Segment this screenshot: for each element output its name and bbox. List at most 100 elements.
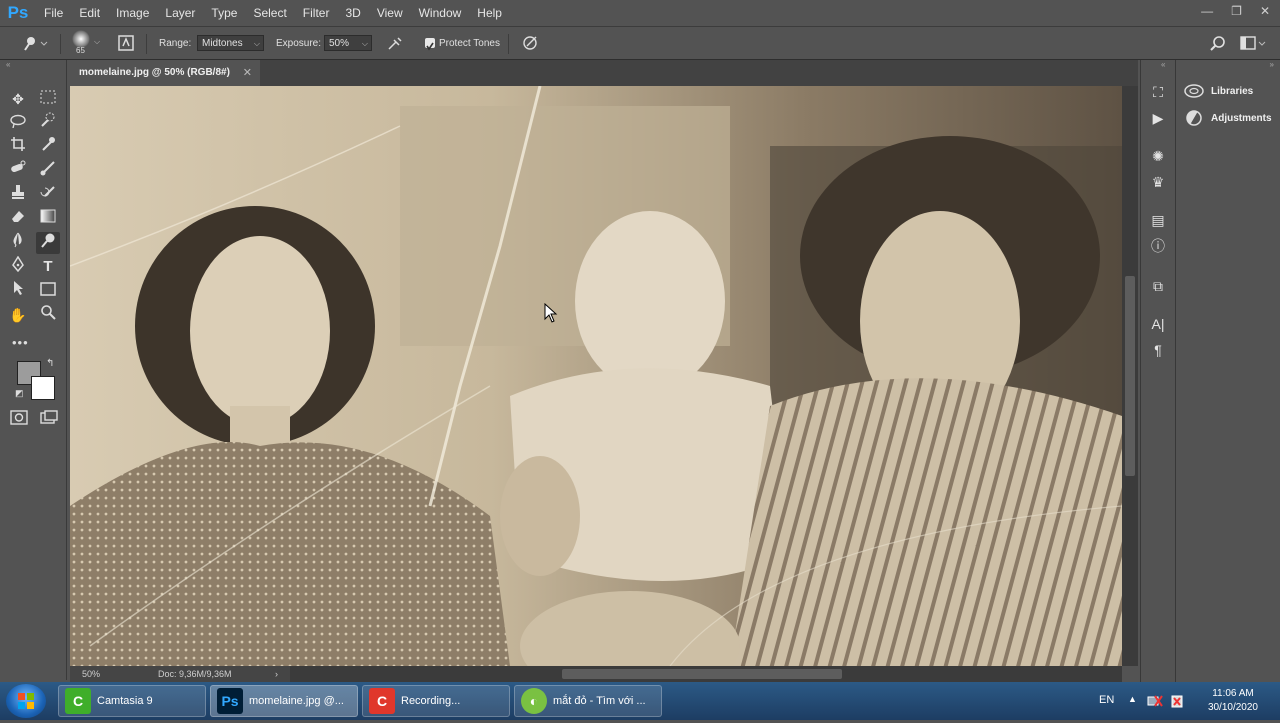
more-tools-icon[interactable]: ••• (12, 335, 29, 350)
range-label: Range: (159, 38, 192, 49)
document-canvas[interactable] (70, 86, 1122, 666)
menu-help[interactable]: Help (469, 6, 510, 20)
chevron-down-icon[interactable]: ⌵ (94, 37, 100, 47)
paragraph-panel-icon[interactable]: ¶ (1147, 340, 1169, 360)
gradient-icon[interactable] (36, 208, 60, 230)
status-menu-arrow-icon[interactable]: › (275, 666, 278, 682)
search-icon[interactable] (1209, 35, 1227, 53)
default-colors-icon[interactable]: ◩ (15, 388, 24, 399)
power-icon[interactable] (1170, 693, 1184, 709)
quick-select-icon[interactable] (36, 112, 60, 134)
minimize-button[interactable]: — (1201, 4, 1213, 18)
menu-type[interactable]: Type (203, 6, 245, 20)
marquee-icon[interactable] (36, 88, 60, 110)
swap-colors-icon[interactable]: ↰ (46, 358, 54, 369)
panel-column: » Libraries Adjustments (1176, 60, 1280, 682)
screen-mode-icon[interactable] (40, 410, 58, 426)
type-icon[interactable]: T (36, 256, 60, 278)
menu-file[interactable]: File (36, 6, 71, 20)
exposure-label: Exposure: (276, 38, 322, 49)
collapse-icon[interactable]: « (6, 60, 10, 69)
coccoc-icon: ◐ (521, 688, 547, 714)
brush-settings-icon[interactable]: ✺ (1147, 146, 1169, 166)
pressure-size-icon[interactable] (521, 34, 539, 52)
photo-image (70, 86, 1122, 666)
collapse-panels-icon[interactable]: » (1270, 60, 1274, 69)
document-tab-title: momelaine.jpg @ 50% (RGB/8#) (79, 67, 230, 78)
clone-source-icon[interactable]: ♛ (1147, 172, 1169, 192)
brush-panel-icon[interactable] (118, 35, 134, 51)
dodge-icon[interactable] (36, 232, 60, 254)
menu-select[interactable]: Select (245, 6, 294, 20)
brush-size: 65 (76, 46, 85, 55)
lasso-icon[interactable] (6, 112, 30, 134)
document-tab[interactable]: momelaine.jpg @ 50% (RGB/8#) ✕ (68, 60, 260, 86)
start-button[interactable] (6, 684, 46, 718)
menu-layer[interactable]: Layer (157, 6, 203, 20)
hand-icon[interactable]: ✋ (6, 304, 30, 326)
crop-icon[interactable] (6, 136, 30, 158)
pen-icon[interactable] (6, 255, 30, 278)
properties-panel-icon[interactable]: ▤ (1147, 210, 1169, 230)
restore-button[interactable]: ❐ (1231, 4, 1242, 18)
system-clock[interactable]: 11:06 AM 30/10/2020 (1208, 687, 1258, 715)
path-select-icon[interactable] (6, 280, 30, 302)
network-icon[interactable] (1147, 694, 1163, 708)
menu-view[interactable]: View (369, 6, 411, 20)
eraser-icon[interactable] (6, 208, 30, 230)
workspace-icon[interactable] (1240, 36, 1266, 52)
taskbar-item-label: momelaine.jpg @... (249, 695, 344, 707)
history-panel-icon[interactable]: ⛶ (1147, 82, 1169, 102)
glyphs-panel-icon[interactable]: ⧉ (1147, 276, 1169, 296)
blur-icon[interactable] (6, 232, 30, 254)
stamp-icon[interactable] (6, 184, 30, 206)
dodge-tool-preset-icon[interactable] (20, 35, 48, 53)
protect-tones-checkbox[interactable] (425, 38, 435, 51)
horizontal-scrollbar[interactable] (290, 666, 1122, 682)
taskbar-item-browser[interactable]: ◐ mắt đỏ - Tìm với ... (514, 685, 662, 717)
adjustments-panel-tab[interactable]: Adjustments (1184, 110, 1272, 126)
horizontal-scroll-thumb[interactable] (562, 669, 842, 679)
options-bar: 65 ⌵ Range: Midtones ⌵ Exposure: 50% ⌵ P… (0, 26, 1280, 60)
zoom-icon[interactable] (36, 304, 60, 326)
taskbar-item-recording[interactable]: C Recording... (362, 685, 510, 717)
menu-image[interactable]: Image (108, 6, 157, 20)
history-brush-icon[interactable] (36, 184, 60, 206)
range-select[interactable]: Midtones ⌵ (197, 35, 264, 51)
menu-filter[interactable]: Filter (295, 6, 338, 20)
cloud-icon (1184, 84, 1204, 98)
close-button[interactable]: ✕ (1260, 4, 1270, 18)
close-tab-icon[interactable]: ✕ (243, 60, 252, 86)
libraries-panel-tab[interactable]: Libraries (1184, 84, 1253, 98)
actions-panel-icon[interactable]: ▶ (1147, 108, 1169, 128)
zoom-level[interactable]: 50% (82, 666, 100, 682)
chevron-down-icon: ⌵ (361, 39, 368, 48)
menu-3d[interactable]: 3D (337, 6, 368, 20)
taskbar-item-photoshop[interactable]: Ps momelaine.jpg @... (210, 685, 358, 717)
menu-edit[interactable]: Edit (71, 6, 108, 20)
background-color-swatch[interactable] (31, 376, 55, 400)
camtasia-icon: C (65, 688, 91, 714)
expand-icon[interactable]: « (1161, 60, 1165, 69)
rectangle-icon[interactable] (36, 280, 60, 302)
menu-window[interactable]: Window (411, 6, 470, 20)
eyedropper-icon[interactable] (36, 136, 60, 158)
vertical-scroll-thumb[interactable] (1125, 276, 1135, 476)
language-indicator[interactable]: EN (1099, 694, 1114, 706)
vertical-scrollbar[interactable] (1122, 86, 1138, 666)
tray-expand-icon[interactable]: ▲ (1128, 694, 1137, 704)
airbrush-icon[interactable] (386, 35, 404, 53)
range-value: Midtones (202, 38, 243, 49)
mouse-cursor-icon (544, 303, 558, 323)
info-panel-icon[interactable]: ⓘ (1147, 236, 1169, 256)
character-panel-icon[interactable]: A| (1147, 314, 1169, 334)
exposure-input[interactable]: 50% ⌵ (324, 35, 372, 51)
check-icon (426, 42, 434, 51)
spot-heal-icon[interactable] (6, 160, 30, 182)
taskbar: C Camtasia 9 Ps momelaine.jpg @... C Rec… (0, 682, 1280, 720)
move-icon[interactable]: ✥ (6, 88, 30, 110)
brush-icon[interactable] (36, 160, 60, 182)
quick-mask-icon[interactable] (10, 410, 28, 426)
taskbar-item-camtasia[interactable]: C Camtasia 9 (58, 685, 206, 717)
recorder-icon: C (369, 688, 395, 714)
